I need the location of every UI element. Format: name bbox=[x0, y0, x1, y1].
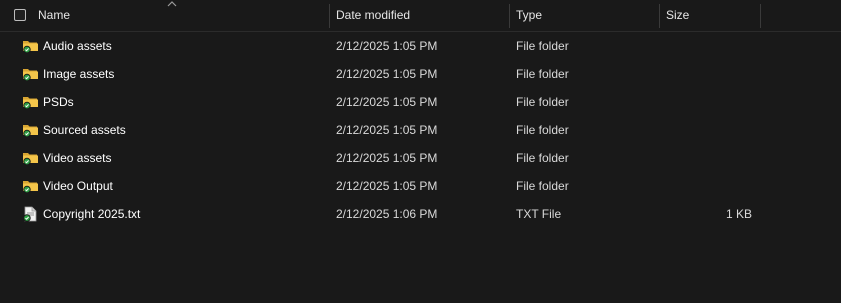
file-size bbox=[692, 88, 752, 116]
file-list-row[interactable]: Video Output 2/12/2025 1:05 PM File fold… bbox=[0, 172, 841, 200]
file-name: Video Output bbox=[43, 179, 113, 193]
file-date-modified: 2/12/2025 1:05 PM bbox=[336, 39, 438, 53]
file-type: TXT File bbox=[516, 207, 562, 221]
file-date-modified: 2/12/2025 1:05 PM bbox=[336, 151, 438, 165]
file-type: File folder bbox=[516, 179, 569, 193]
file-date-modified: 2/12/2025 1:05 PM bbox=[336, 67, 438, 81]
column-header-date-modified[interactable]: Date modified bbox=[336, 0, 410, 31]
file-list-row[interactable]: Image assets 2/12/2025 1:05 PM File fold… bbox=[0, 60, 841, 88]
column-divider[interactable] bbox=[509, 4, 510, 28]
file-size bbox=[692, 60, 752, 88]
column-divider[interactable] bbox=[329, 4, 330, 28]
file-explorer-details-view: Name Date modified Type Size Audio asset… bbox=[0, 0, 841, 303]
file-size bbox=[692, 116, 752, 144]
folder-icon bbox=[23, 41, 38, 54]
file-size: 1 KB bbox=[725, 207, 752, 221]
file-list-row[interactable]: Video assets 2/12/2025 1:05 PM File fold… bbox=[0, 144, 841, 172]
file-name: Sourced assets bbox=[43, 123, 126, 137]
sort-ascending-icon bbox=[167, 1, 177, 7]
column-divider[interactable] bbox=[659, 4, 660, 28]
file-name: Copyright 2025.txt bbox=[43, 207, 141, 221]
file-type: File folder bbox=[516, 123, 569, 137]
text-file-icon bbox=[23, 206, 37, 222]
file-size bbox=[692, 172, 752, 200]
column-divider[interactable] bbox=[760, 4, 761, 28]
folder-icon bbox=[23, 125, 38, 138]
column-header-name[interactable]: Name bbox=[38, 0, 70, 31]
file-size bbox=[692, 144, 752, 172]
folder-icon bbox=[23, 97, 38, 110]
file-list-row[interactable]: PSDs 2/12/2025 1:05 PM File folder bbox=[0, 88, 841, 116]
file-name: Audio assets bbox=[43, 39, 112, 53]
column-header-size[interactable]: Size bbox=[666, 0, 689, 31]
file-date-modified: 2/12/2025 1:06 PM bbox=[336, 207, 438, 221]
file-list-row[interactable]: Copyright 2025.txt 2/12/2025 1:06 PM TXT… bbox=[0, 200, 841, 228]
file-list-row[interactable]: Audio assets 2/12/2025 1:05 PM File fold… bbox=[0, 32, 841, 60]
file-list-row[interactable]: Sourced assets 2/12/2025 1:05 PM File fo… bbox=[0, 116, 841, 144]
file-type: File folder bbox=[516, 151, 569, 165]
file-name: Video assets bbox=[43, 151, 112, 165]
file-date-modified: 2/12/2025 1:05 PM bbox=[336, 95, 438, 109]
file-name: Image assets bbox=[43, 67, 115, 81]
column-header-bar: Name Date modified Type Size bbox=[0, 0, 841, 32]
file-date-modified: 2/12/2025 1:05 PM bbox=[336, 123, 438, 137]
folder-icon bbox=[23, 153, 38, 166]
file-type: File folder bbox=[516, 67, 569, 81]
column-header-type[interactable]: Type bbox=[516, 0, 542, 31]
file-date-modified: 2/12/2025 1:05 PM bbox=[336, 179, 438, 193]
file-type: File folder bbox=[516, 95, 569, 109]
folder-icon bbox=[23, 181, 38, 194]
select-all-checkbox[interactable] bbox=[14, 9, 26, 21]
folder-icon bbox=[23, 69, 38, 82]
file-name: PSDs bbox=[43, 95, 74, 109]
file-size bbox=[692, 32, 752, 60]
file-type: File folder bbox=[516, 39, 569, 53]
